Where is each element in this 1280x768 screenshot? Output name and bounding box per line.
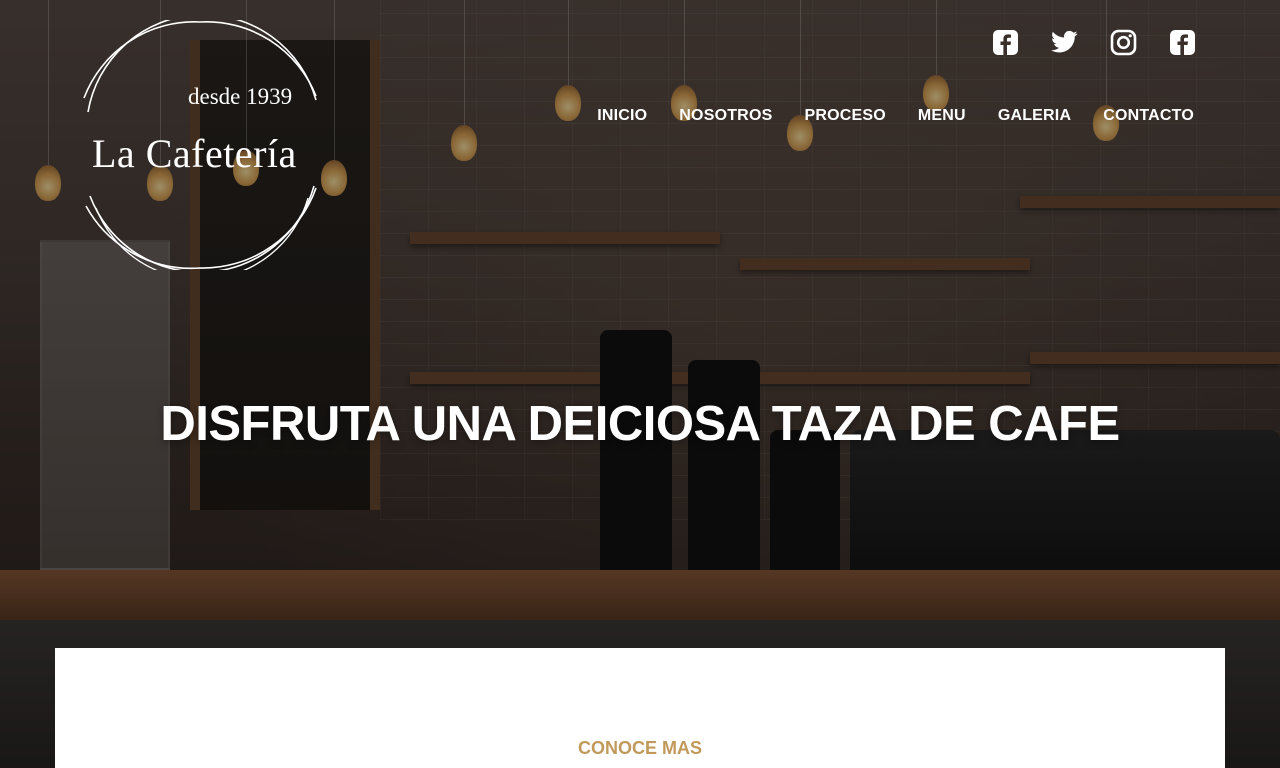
nav-item-proceso[interactable]: PROCESO — [804, 107, 885, 125]
facebook-icon[interactable] — [1169, 28, 1196, 56]
logo-wordmark: La Cafetería — [92, 131, 297, 176]
nav-item-nosotros[interactable]: NOSOTROS — [679, 107, 772, 125]
content-panel: CONOCE MAS — [55, 648, 1225, 768]
nav-item-inicio[interactable]: INICIO — [597, 107, 647, 125]
site-logo[interactable]: desde 1939 La Cafetería — [82, 20, 318, 270]
hero-headline: DISFRUTA UNA DEICIOSA TAZA DE CAFE — [160, 397, 1120, 451]
twitter-icon[interactable] — [1051, 28, 1078, 56]
conoce-mas-link[interactable]: CONOCE MAS — [55, 738, 1225, 759]
nav-item-contacto[interactable]: CONTACTO — [1103, 107, 1194, 125]
nav-item-galeria[interactable]: GALERIA — [998, 107, 1071, 125]
facebook-icon[interactable] — [992, 28, 1019, 56]
social-links — [992, 28, 1196, 56]
logo-tagline: desde 1939 — [188, 84, 293, 109]
main-nav: INICIO NOSOTROS PROCESO MENU GALERIA CON… — [597, 107, 1194, 125]
instagram-icon[interactable] — [1110, 28, 1137, 56]
nav-item-menu[interactable]: MENU — [918, 107, 966, 125]
